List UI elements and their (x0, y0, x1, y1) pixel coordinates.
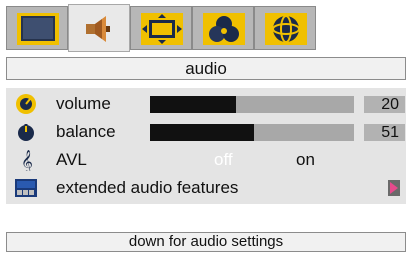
extended-audio-label: extended audio features (56, 178, 239, 197)
globe-icon (265, 13, 307, 45)
tab-screen-format[interactable] (130, 6, 192, 50)
svg-text:𝄞: 𝄞 (21, 149, 33, 171)
volume-slider[interactable] (150, 96, 354, 113)
avl-option-on[interactable]: on (296, 149, 315, 171)
avl-option-off[interactable]: off (214, 149, 233, 171)
volume-knob-icon (16, 94, 36, 114)
balance-knob-icon (18, 124, 34, 141)
menu-item-avl[interactable]: 𝄞 AVL off on (6, 146, 406, 174)
submenu-arrow-icon[interactable] (388, 180, 400, 196)
tab-picture[interactable] (6, 6, 68, 50)
tab-globe[interactable] (254, 6, 316, 50)
volume-slider-fill (150, 96, 236, 113)
tab-color[interactable] (192, 6, 254, 50)
extended-audio-icon (15, 179, 37, 197)
balance-slider[interactable] (150, 124, 354, 141)
balance-slider-fill (150, 124, 255, 141)
picture-icon (17, 13, 59, 45)
screen-format-icon (141, 13, 183, 45)
navigation-hint: down for audio settings (6, 232, 406, 252)
menu-item-balance[interactable]: balance 51 (6, 118, 406, 146)
balance-label: balance (56, 122, 116, 141)
volume-value: 20 (364, 96, 405, 113)
balance-value: 51 (364, 124, 405, 141)
tab-audio[interactable] (68, 4, 130, 52)
menu-item-extended-audio[interactable]: extended audio features (6, 174, 406, 202)
avl-label: AVL (56, 150, 87, 169)
speaker-icon (86, 16, 110, 42)
menu-item-volume[interactable]: volume 20 (6, 90, 406, 118)
page-title: audio (6, 57, 406, 80)
audio-menu: volume 20 balance 51 𝄞 AVL off on extend… (6, 88, 406, 204)
color-circles-icon (203, 13, 245, 45)
volume-label: volume (56, 94, 111, 113)
treble-clef-icon: 𝄞 (21, 149, 33, 171)
